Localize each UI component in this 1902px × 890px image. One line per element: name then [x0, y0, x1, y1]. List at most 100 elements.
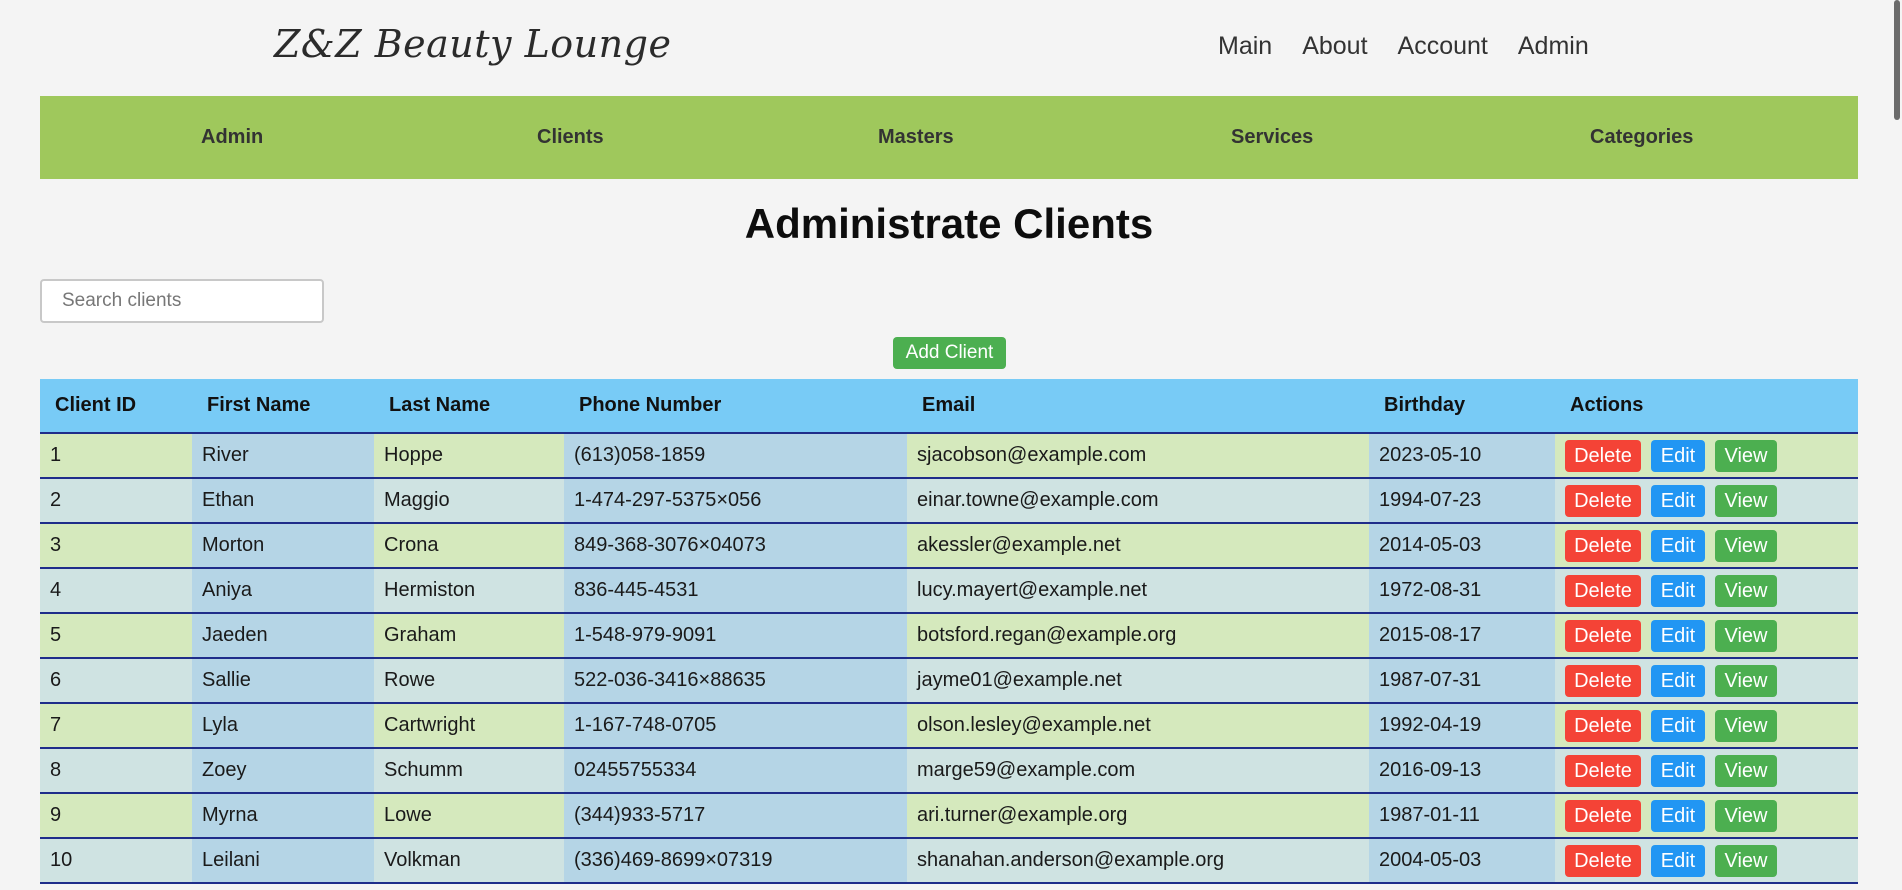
- view-button[interactable]: View: [1715, 664, 1777, 697]
- cell-first-name: Zoey: [192, 748, 374, 794]
- edit-button[interactable]: Edit: [1651, 619, 1705, 652]
- cell-birthday: 2023-05-10: [1369, 433, 1555, 479]
- cell-phone: 522-036-3416×88635: [564, 658, 907, 704]
- delete-button[interactable]: Delete: [1565, 574, 1641, 607]
- cell-actions: Delete Edit View: [1555, 613, 1858, 659]
- search-input[interactable]: [40, 279, 324, 323]
- cell-last-name: Hoppe: [374, 433, 564, 479]
- view-button[interactable]: View: [1715, 844, 1777, 877]
- edit-button[interactable]: Edit: [1651, 664, 1705, 697]
- cell-actions: Delete Edit View: [1555, 433, 1858, 479]
- cell-last-name: Lowe: [374, 793, 564, 839]
- view-button[interactable]: View: [1715, 799, 1777, 832]
- cell-phone: 1-474-297-5375×056: [564, 478, 907, 524]
- cell-birthday: 2016-09-13: [1369, 748, 1555, 794]
- column-header-actions: Actions: [1555, 379, 1858, 434]
- cell-birthday: 1987-01-11: [1369, 793, 1555, 839]
- edit-button[interactable]: Edit: [1651, 484, 1705, 517]
- cell-last-name: Crona: [374, 523, 564, 569]
- cell-actions: Delete Edit View: [1555, 838, 1858, 884]
- admin-nav-services[interactable]: Services: [1231, 96, 1313, 179]
- nav-link-about[interactable]: About: [1302, 32, 1367, 61]
- table-row: 1 River Hoppe (613)058-1859 sjacobson@exampl…: [40, 433, 1858, 479]
- cell-birthday: 1992-04-19: [1369, 703, 1555, 749]
- cell-actions: Delete Edit View: [1555, 748, 1858, 794]
- cell-birthday: 2015-08-17: [1369, 613, 1555, 659]
- view-button[interactable]: View: [1715, 574, 1777, 607]
- edit-button[interactable]: Edit: [1651, 709, 1705, 742]
- cell-first-name: Sallie: [192, 658, 374, 704]
- cell-client-id: 1: [40, 433, 192, 479]
- edit-button[interactable]: Edit: [1651, 754, 1705, 787]
- delete-button[interactable]: Delete: [1565, 484, 1641, 517]
- table-row: 5 Jaeden Graham 1-548-979-9091 botsford.rega…: [40, 613, 1858, 659]
- cell-client-id: 10: [40, 838, 192, 884]
- cell-phone: (613)058-1859: [564, 433, 907, 479]
- cell-actions: Delete Edit View: [1555, 793, 1858, 839]
- nav-link-account[interactable]: Account: [1398, 32, 1488, 61]
- admin-nav-clients[interactable]: Clients: [537, 96, 604, 179]
- add-client-button[interactable]: Add Client: [893, 337, 1006, 369]
- site-logo[interactable]: Z&Z Beauty Lounge: [274, 22, 671, 66]
- cell-first-name: Aniya: [192, 568, 374, 614]
- table-row: 6 Sallie Rowe 522-036-3416×88635 jayme01@exa…: [40, 658, 1858, 704]
- cell-phone: 1-548-979-9091: [564, 613, 907, 659]
- cell-client-id: 3: [40, 523, 192, 569]
- cell-email: einar.towne@example.com: [907, 478, 1369, 524]
- cell-first-name: River: [192, 433, 374, 479]
- cell-last-name: Volkman: [374, 838, 564, 884]
- vertical-scrollbar[interactable]: [1890, 0, 1902, 890]
- delete-button[interactable]: Delete: [1565, 664, 1641, 697]
- edit-button[interactable]: Edit: [1651, 439, 1705, 472]
- edit-button[interactable]: Edit: [1651, 799, 1705, 832]
- cell-client-id: 8: [40, 748, 192, 794]
- clients-table: Client ID First Name Last Name Phone Num…: [40, 379, 1858, 884]
- cell-client-id: 9: [40, 793, 192, 839]
- cell-last-name: Hermiston: [374, 568, 564, 614]
- cell-phone: 02455755334: [564, 748, 907, 794]
- cell-email: lucy.mayert@example.net: [907, 568, 1369, 614]
- table-row: 10 Leilani Volkman (336)469-8699×07319 shana…: [40, 838, 1858, 884]
- cell-email: akessler@example.net: [907, 523, 1369, 569]
- delete-button[interactable]: Delete: [1565, 844, 1641, 877]
- nav-link-admin[interactable]: Admin: [1518, 32, 1589, 61]
- scrollbar-thumb[interactable]: [1894, 0, 1900, 120]
- delete-button[interactable]: Delete: [1565, 439, 1641, 472]
- admin-nav-admin[interactable]: Admin: [201, 96, 263, 179]
- edit-button[interactable]: Edit: [1651, 574, 1705, 607]
- view-button[interactable]: View: [1715, 709, 1777, 742]
- view-button[interactable]: View: [1715, 439, 1777, 472]
- column-header-first-name: First Name: [192, 379, 374, 434]
- view-button[interactable]: View: [1715, 619, 1777, 652]
- cell-birthday: 1994-07-23: [1369, 478, 1555, 524]
- cell-first-name: Ethan: [192, 478, 374, 524]
- delete-button[interactable]: Delete: [1565, 709, 1641, 742]
- cell-email: olson.lesley@example.net: [907, 703, 1369, 749]
- view-button[interactable]: View: [1715, 529, 1777, 562]
- delete-button[interactable]: Delete: [1565, 529, 1641, 562]
- cell-client-id: 2: [40, 478, 192, 524]
- delete-button[interactable]: Delete: [1565, 619, 1641, 652]
- view-button[interactable]: View: [1715, 754, 1777, 787]
- cell-client-id: 7: [40, 703, 192, 749]
- cell-email: ari.turner@example.org: [907, 793, 1369, 839]
- cell-phone: (336)469-8699×07319: [564, 838, 907, 884]
- cell-last-name: Maggio: [374, 478, 564, 524]
- cell-email: marge59@example.com: [907, 748, 1369, 794]
- cell-actions: Delete Edit View: [1555, 703, 1858, 749]
- cell-client-id: 5: [40, 613, 192, 659]
- delete-button[interactable]: Delete: [1565, 754, 1641, 787]
- admin-nav-categories[interactable]: Categories: [1590, 96, 1693, 179]
- delete-button[interactable]: Delete: [1565, 799, 1641, 832]
- cell-phone: 836-445-4531: [564, 568, 907, 614]
- view-button[interactable]: View: [1715, 484, 1777, 517]
- edit-button[interactable]: Edit: [1651, 844, 1705, 877]
- table-row: 4 Aniya Hermiston 836-445-4531 lucy.mayert@e…: [40, 568, 1858, 614]
- cell-email: botsford.regan@example.org: [907, 613, 1369, 659]
- edit-button[interactable]: Edit: [1651, 529, 1705, 562]
- cell-actions: Delete Edit View: [1555, 658, 1858, 704]
- cell-birthday: 1972-08-31: [1369, 568, 1555, 614]
- cell-first-name: Myrna: [192, 793, 374, 839]
- nav-link-main[interactable]: Main: [1218, 32, 1272, 61]
- admin-nav-masters[interactable]: Masters: [878, 96, 954, 179]
